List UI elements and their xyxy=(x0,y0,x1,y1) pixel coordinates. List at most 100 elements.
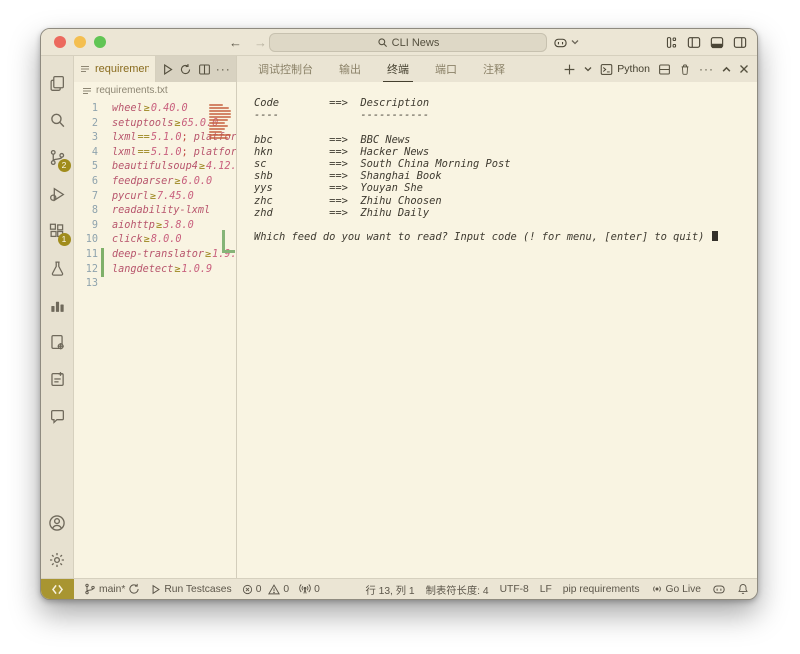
code-line: 13 xyxy=(74,277,236,292)
terminal-output[interactable]: Code ==> Description---- ----------- bbc… xyxy=(237,82,757,578)
rerun-button[interactable] xyxy=(179,63,192,76)
customize-layout-icon[interactable] xyxy=(665,36,678,49)
terminal-line: Code ==> Description xyxy=(254,97,757,109)
code-token: click xyxy=(112,234,143,245)
sidebar-item-project-settings[interactable] xyxy=(41,324,74,361)
kill-terminal-button[interactable] xyxy=(679,63,691,76)
line-number: 1 xyxy=(74,102,98,117)
maximize-panel-icon[interactable] xyxy=(722,66,731,73)
settings-button[interactable] xyxy=(41,541,74,578)
source-control-badge: 2 xyxy=(58,159,71,172)
file-gear-icon xyxy=(49,334,66,351)
branch-label: main* xyxy=(99,584,125,595)
terminal-line: shb ==> Shanghai Book xyxy=(254,170,757,182)
language-mode-status[interactable]: pip requirements xyxy=(563,584,640,595)
minimap-line-mark xyxy=(209,125,228,127)
split-editor-button[interactable] xyxy=(198,63,211,76)
sidebar-item-comments[interactable] xyxy=(41,398,74,435)
close-window-button[interactable] xyxy=(54,36,66,48)
accounts-button[interactable] xyxy=(41,504,74,541)
broadcast-icon xyxy=(651,583,663,595)
history-forward-icon[interactable]: → xyxy=(254,35,267,50)
code-token: setuptools xyxy=(112,118,173,129)
sidebar-item-profiler[interactable] xyxy=(41,287,74,324)
remote-indicator[interactable] xyxy=(41,579,74,599)
problems-status[interactable]: 0 0 xyxy=(242,584,289,595)
minimap[interactable] xyxy=(209,104,233,140)
sidebar-item-testing[interactable] xyxy=(41,250,74,287)
terminal-line: zhc ==> Zhihu Choosen xyxy=(254,195,757,207)
indentation-status[interactable]: 制表符长度: 4 xyxy=(426,582,489,597)
run-testcases-button[interactable]: Run Testcases xyxy=(150,584,231,595)
code-text: setuptools≥65.0.0 xyxy=(104,117,218,132)
ports-status[interactable]: 0 xyxy=(299,583,320,595)
eol-status[interactable]: LF xyxy=(540,584,552,595)
panel-tab-inactive[interactable]: 端口 xyxy=(431,56,461,82)
sidebar-item-source-control[interactable]: 2 xyxy=(41,139,74,176)
copilot-status[interactable] xyxy=(712,583,726,595)
search-text: CLI News xyxy=(392,37,440,49)
sidebar-item-explorer[interactable] xyxy=(41,65,74,102)
warning-icon xyxy=(268,584,280,595)
code-line: 5beautifulsoup4≥4.12.0 xyxy=(74,160,236,175)
copilot-menu[interactable] xyxy=(553,36,579,49)
code-token: == xyxy=(137,132,151,143)
panel-actions: Python ··· xyxy=(563,62,749,76)
minimap-line-mark xyxy=(209,137,228,139)
sidebar-item-run-debug[interactable] xyxy=(41,176,74,213)
code-token: 5.1.0 xyxy=(151,147,182,158)
code-text: aiohttp≥3.8.0 xyxy=(104,219,194,234)
minimize-window-button[interactable] xyxy=(74,36,86,48)
terminal-line xyxy=(254,219,757,231)
code-text: readability-lxml xyxy=(104,204,210,219)
code-line: 4lxml==5.1.0; platform xyxy=(74,146,236,161)
terminal-icon xyxy=(600,63,613,76)
panel-tab-inactive[interactable]: 输出 xyxy=(335,56,365,82)
warning-count: 0 xyxy=(283,584,289,595)
panel-tab-inactive[interactable]: 注释 xyxy=(479,56,509,82)
panel-tab-inactive[interactable]: 调试控制台 xyxy=(254,56,317,82)
encoding-status[interactable]: UTF-8 xyxy=(500,584,529,595)
terminal-dropdown-chevron-icon[interactable] xyxy=(584,66,592,72)
copilot-icon xyxy=(553,36,568,49)
panel-more-actions-button[interactable]: ··· xyxy=(699,62,714,76)
code-token: langdetect xyxy=(112,264,173,275)
sidebar-item-search[interactable] xyxy=(41,102,74,139)
toggle-secondary-sidebar-icon[interactable] xyxy=(733,36,747,49)
bar-chart-icon xyxy=(49,297,66,314)
new-terminal-button[interactable] xyxy=(563,63,576,76)
code-line: 6feedparser≥6.0.0 xyxy=(74,175,236,190)
sidebar-item-extensions[interactable]: 1 xyxy=(41,213,74,250)
branch-status[interactable]: main* xyxy=(84,583,140,595)
toggle-panel-icon[interactable] xyxy=(710,36,724,49)
history-back-icon[interactable]: ← xyxy=(229,35,242,50)
terminal-profile[interactable]: Python xyxy=(600,63,650,76)
line-number: 9 xyxy=(74,219,98,234)
account-icon xyxy=(48,514,66,532)
activity-bar: 2 1 xyxy=(41,56,74,578)
close-panel-icon[interactable] xyxy=(739,64,749,74)
run-debug-icon xyxy=(49,186,66,203)
code-token: 0.40.0 xyxy=(151,103,188,114)
code-token: platform xyxy=(188,147,236,158)
tab-requirements[interactable]: requirements xyxy=(74,56,156,82)
cursor-position-status[interactable]: 行 13, 列 1 xyxy=(365,582,414,597)
breadcrumb[interactable]: requirements.txt xyxy=(74,82,236,99)
minimap-line-mark xyxy=(209,116,231,118)
beaker-icon xyxy=(49,260,66,277)
panel-tab-active[interactable]: 终端 xyxy=(383,56,413,82)
code-token: ≥ xyxy=(198,161,206,172)
zoom-window-button[interactable] xyxy=(94,36,106,48)
panel: 调试控制台输出终端端口注释 Python xyxy=(237,56,757,578)
command-center-search[interactable]: CLI News xyxy=(269,33,547,52)
sidebar-item-notes[interactable] xyxy=(41,361,74,398)
toggle-primary-sidebar-icon[interactable] xyxy=(687,36,701,49)
go-live-button[interactable]: Go Live xyxy=(651,583,702,595)
code-token: lxml xyxy=(112,132,137,143)
more-actions-button[interactable]: ··· xyxy=(216,62,231,76)
run-file-button[interactable] xyxy=(161,63,174,76)
code-editor[interactable]: 1wheel≥0.40.02setuptools≥65.0.03lxml==5.… xyxy=(74,99,236,578)
terminal-profile-label: Python xyxy=(617,63,650,75)
notifications-button[interactable] xyxy=(737,583,749,595)
split-terminal-button[interactable] xyxy=(658,63,671,76)
